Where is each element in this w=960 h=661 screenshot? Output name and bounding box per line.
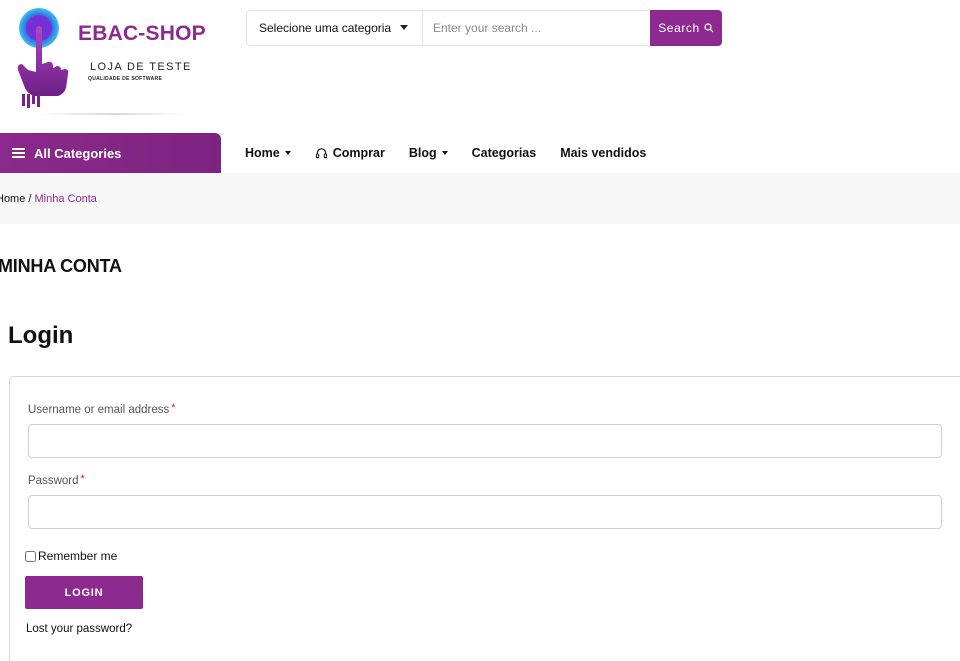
- login-button[interactable]: LOGIN: [25, 576, 143, 609]
- nav-item-categorias-label: Categorias: [471, 146, 537, 160]
- page-title: MINHA CONTA: [0, 256, 122, 276]
- main-nav: Home Comprar Blog Categorias Mais vendid…: [245, 133, 670, 173]
- search-icon: [704, 23, 714, 33]
- username-label-text: Username or email address: [28, 404, 170, 416]
- caret-down-icon: [400, 25, 408, 30]
- hand-pointer-icon: [17, 8, 69, 108]
- nav-item-mais-vendidos[interactable]: Mais vendidos: [560, 146, 646, 160]
- brand-tagline: LOJA DE TESTE: [90, 61, 192, 73]
- username-label: Username or email address *: [28, 402, 176, 416]
- all-categories-button[interactable]: All Categories: [0, 133, 221, 173]
- nav-item-home[interactable]: Home: [245, 146, 291, 160]
- nav-item-blog-label: Blog: [408, 146, 437, 160]
- hamburger-menu-icon: [12, 148, 25, 158]
- password-input[interactable]: [28, 495, 942, 529]
- nav-item-mais-vendidos-label: Mais vendidos: [560, 146, 647, 160]
- search-button[interactable]: Search: [650, 10, 722, 46]
- nav-item-comprar-label: Comprar: [332, 146, 385, 160]
- brand-name: EBAC-SHOP: [78, 22, 206, 45]
- logo-divider: [38, 113, 188, 115]
- search-button-label: Search: [658, 21, 700, 35]
- remember-me[interactable]: Remember me: [25, 549, 117, 563]
- category-select[interactable]: Selecione uma categoria: [247, 11, 423, 45]
- remember-me-label: Remember me: [38, 549, 118, 563]
- search-bar: Selecione uma categoria Search: [246, 10, 722, 46]
- nav-item-comprar[interactable]: Comprar: [315, 146, 385, 160]
- required-mark: *: [80, 473, 85, 485]
- brand-subtagline: QUALIDADE DE SOFTWARE: [88, 76, 163, 82]
- remember-me-checkbox[interactable]: [25, 550, 36, 562]
- category-select-label: Selecione uma categoria: [259, 21, 392, 35]
- required-mark: *: [171, 402, 176, 414]
- nav-item-blog[interactable]: Blog: [409, 146, 448, 160]
- chevron-down-icon: [284, 151, 291, 155]
- breadcrumb-current: Minha Conta: [34, 193, 97, 205]
- nav-item-home-label: Home: [245, 146, 280, 160]
- password-label-text: Password: [28, 475, 79, 487]
- search-input[interactable]: [423, 11, 650, 45]
- chevron-down-icon: [441, 151, 448, 155]
- login-heading: Login: [8, 322, 74, 349]
- breadcrumb: Home / Minha Conta: [0, 193, 97, 205]
- breadcrumb-home-link[interactable]: Home: [0, 193, 25, 205]
- username-input[interactable]: [28, 424, 942, 458]
- nav-item-categorias[interactable]: Categorias: [472, 146, 537, 160]
- breadcrumb-bar: Home / Minha Conta: [0, 173, 960, 224]
- all-categories-label: All Categories: [34, 145, 122, 161]
- headset-icon: [315, 147, 327, 158]
- lost-password-link[interactable]: Lost your password?: [26, 623, 132, 635]
- site-logo[interactable]: EBAC-SHOP LOJA DE TESTE QUALIDADE DE SOF…: [8, 6, 208, 118]
- password-label: Password *: [28, 473, 85, 487]
- breadcrumb-separator: /: [25, 193, 35, 205]
